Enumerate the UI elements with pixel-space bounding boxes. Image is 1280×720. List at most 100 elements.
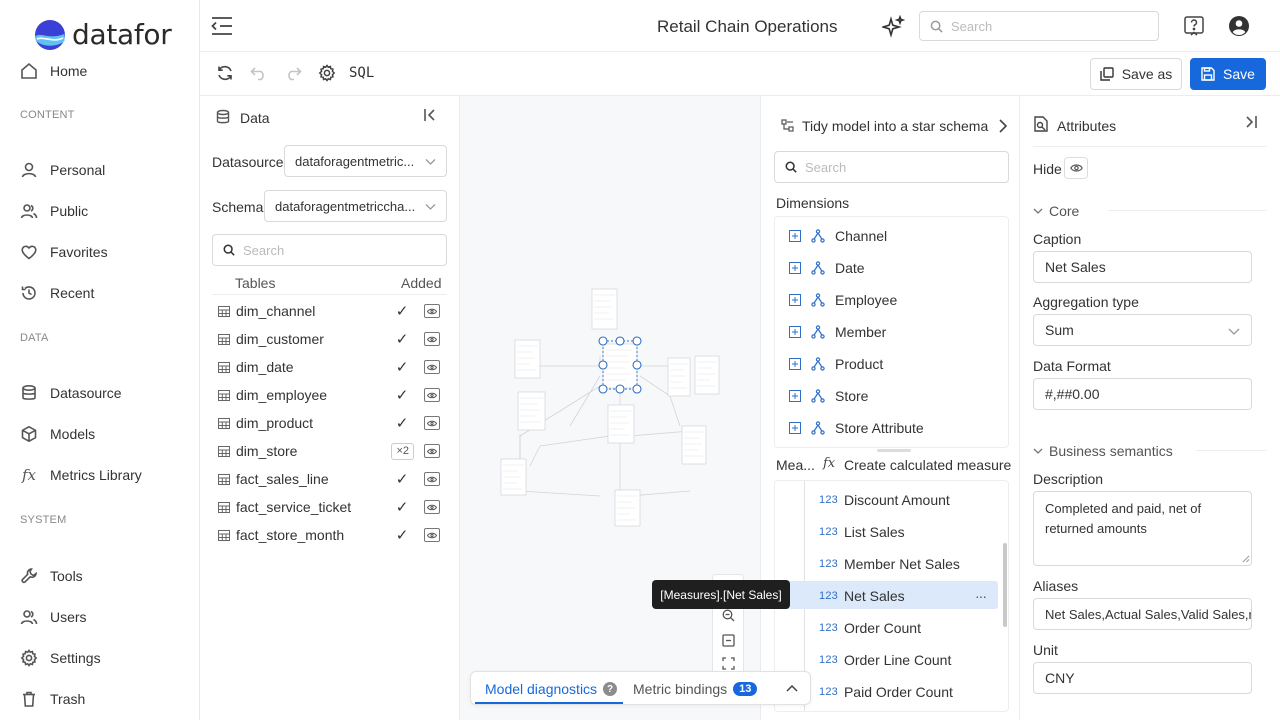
description-textarea[interactable]: Completed and paid, net of returned amou… — [1033, 491, 1252, 566]
table-row[interactable]: fact_service_ticket ✓ — [218, 493, 440, 521]
nav-datasource[interactable]: Datasource — [20, 381, 122, 405]
expand-plus-icon[interactable] — [789, 390, 801, 402]
core-section-toggle[interactable]: Core — [1033, 203, 1079, 219]
measures-tab[interactable]: Mea... — [776, 457, 815, 473]
dimension-item[interactable]: Date — [789, 256, 865, 280]
measures-scrollbar[interactable] — [1003, 543, 1007, 627]
resize-grip-icon[interactable] — [1242, 555, 1250, 563]
account-avatar-icon[interactable] — [1229, 16, 1249, 36]
aggregation-select[interactable]: Sum — [1033, 314, 1252, 346]
collapse-menu-icon[interactable] — [211, 16, 233, 36]
nav-home[interactable]: Home — [20, 59, 87, 83]
dimensions-resize-handle[interactable] — [877, 449, 911, 452]
settings-gear-icon[interactable] — [318, 64, 336, 82]
expand-plus-icon[interactable] — [789, 262, 801, 274]
preview-eye-icon[interactable] — [424, 444, 440, 458]
dimension-item[interactable]: Member — [789, 320, 886, 344]
table-row[interactable]: dim_employee ✓ — [218, 381, 440, 409]
datasource-select[interactable]: dataforagentmetric... — [284, 145, 447, 177]
nav-tools[interactable]: Tools — [20, 564, 83, 588]
more-options-icon[interactable]: ··· — [975, 588, 987, 604]
nav-settings[interactable]: Settings — [20, 646, 101, 670]
preview-eye-icon[interactable] — [424, 332, 440, 346]
preview-eye-icon[interactable] — [424, 500, 440, 514]
data-format-input[interactable]: #,##0.00 — [1033, 378, 1252, 410]
measure-item[interactable]: 123 Order Line Count — [819, 648, 951, 672]
table-row[interactable]: dim_store ×2 — [218, 437, 440, 465]
trash-icon — [20, 690, 38, 708]
nav-public[interactable]: Public — [20, 199, 88, 223]
dimension-hierarchy-icon — [811, 229, 825, 243]
redo-icon[interactable] — [284, 65, 302, 81]
chevron-up-icon[interactable] — [786, 683, 798, 693]
expand-plus-icon[interactable] — [789, 294, 801, 306]
ai-sparkle-icon[interactable] — [882, 15, 906, 39]
refresh-icon[interactable] — [216, 64, 234, 82]
aliases-input[interactable]: Net Sales,Actual Sales,Valid Sales,r — [1033, 598, 1252, 630]
undo-icon[interactable] — [250, 65, 268, 81]
nav-metrics-library[interactable]: fx Metrics Library — [20, 463, 142, 487]
nav-metrics-label: Metrics Library — [50, 467, 142, 483]
save-as-button[interactable]: Save as — [1090, 58, 1182, 90]
preview-eye-icon[interactable] — [424, 416, 440, 430]
collapse-panel-icon[interactable] — [423, 107, 437, 123]
model-toolbar: SQL Save as Save — [200, 52, 1280, 96]
table-row[interactable]: dim_customer ✓ — [218, 325, 440, 353]
caption-input[interactable]: Net Sales — [1033, 251, 1252, 283]
brand-logo[interactable]: datafor — [34, 18, 172, 51]
dimension-item[interactable]: Product — [789, 352, 883, 376]
expand-plus-icon[interactable] — [789, 230, 801, 242]
close-panel-icon[interactable] — [1244, 114, 1258, 130]
nav-recent[interactable]: Recent — [20, 281, 94, 305]
preview-eye-icon[interactable] — [424, 472, 440, 486]
business-section-toggle[interactable]: Business semantics — [1033, 443, 1173, 459]
dimension-item[interactable]: Employee — [789, 288, 897, 312]
help-icon[interactable] — [1183, 15, 1205, 37]
tidy-star-schema-action[interactable]: Tidy model into a star schema — [802, 118, 988, 134]
expand-plus-icon[interactable] — [789, 358, 801, 370]
unit-input[interactable]: CNY — [1033, 662, 1252, 694]
preview-eye-icon[interactable] — [424, 360, 440, 374]
table-row[interactable]: fact_sales_line ✓ — [218, 465, 440, 493]
tab-model-diagnostics[interactable]: Model diagnostics ? — [485, 681, 618, 697]
table-row[interactable]: dim_channel ✓ — [218, 297, 440, 325]
table-row[interactable]: dim_date ✓ — [218, 353, 440, 381]
field-search-input[interactable]: Search — [774, 151, 1009, 183]
measure-item[interactable]: 123 List Sales — [819, 520, 905, 544]
table-row[interactable]: fact_store_month ✓ — [218, 521, 440, 549]
tab-metric-bindings[interactable]: Metric bindings 13 — [633, 681, 758, 697]
measure-item[interactable]: 123 Member Net Sales — [819, 552, 960, 576]
measure-item[interactable]: 123 Paid Order Count — [819, 680, 953, 704]
model-canvas[interactable] — [460, 96, 760, 720]
chevron-right-icon[interactable] — [998, 118, 1008, 134]
dimension-item[interactable]: Channel — [789, 224, 887, 248]
zoom-out-icon[interactable] — [722, 609, 735, 622]
dimension-item[interactable]: Store Attribute — [789, 416, 924, 440]
eye-toggle-icon[interactable] — [1064, 157, 1088, 179]
preview-eye-icon[interactable] — [424, 528, 440, 542]
schema-select[interactable]: dataforagentmetriccha... — [264, 190, 447, 222]
table-search-input[interactable]: Search — [212, 234, 447, 266]
nav-models[interactable]: Models — [20, 422, 95, 446]
measure-item[interactable]: 123 Order Count — [819, 616, 921, 640]
fit-view-icon[interactable] — [722, 634, 735, 647]
save-button[interactable]: Save — [1190, 58, 1266, 90]
nav-personal[interactable]: Personal — [20, 158, 105, 182]
preview-eye-icon[interactable] — [424, 304, 440, 318]
save-as-label: Save as — [1121, 66, 1173, 82]
global-search-input[interactable]: Search — [919, 11, 1159, 41]
fullscreen-icon[interactable] — [722, 657, 735, 670]
measure-item[interactable]: 123 Net Sales — [819, 584, 905, 608]
nav-favorites[interactable]: Favorites — [20, 240, 108, 264]
sql-button[interactable]: SQL — [349, 65, 374, 81]
measure-item[interactable]: 123 Discount Amount — [819, 488, 950, 512]
create-calculated-measure-button[interactable]: Create calculated measure — [844, 457, 1011, 473]
nav-trash[interactable]: Trash — [20, 687, 85, 711]
preview-eye-icon[interactable] — [424, 388, 440, 402]
nav-users[interactable]: Users — [20, 605, 87, 629]
expand-plus-icon[interactable] — [789, 326, 801, 338]
table-row[interactable]: dim_product ✓ — [218, 409, 440, 437]
expand-plus-icon[interactable] — [789, 422, 801, 434]
floppy-icon — [1201, 67, 1215, 81]
dimension-item[interactable]: Store — [789, 384, 868, 408]
